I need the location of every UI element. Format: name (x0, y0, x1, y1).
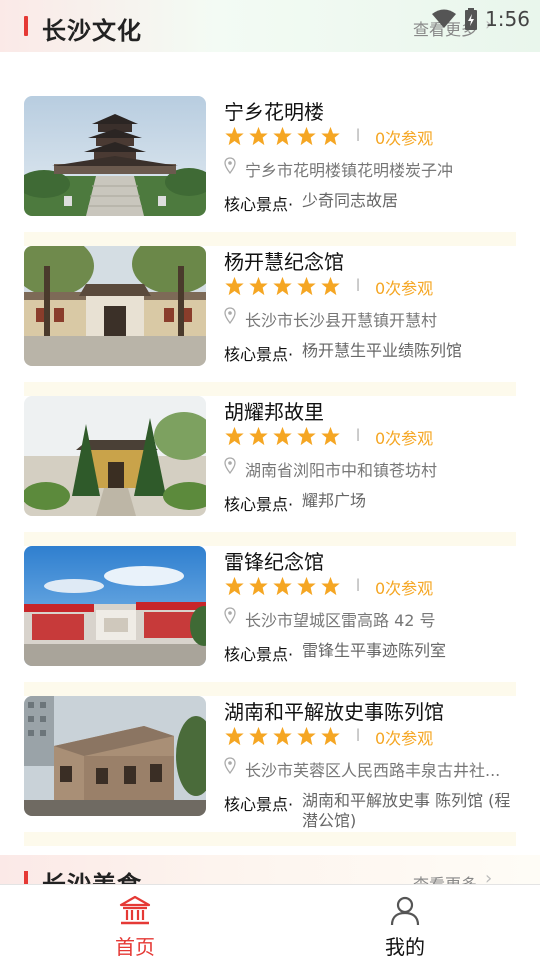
nav-home-label: 首页 (115, 935, 155, 959)
card-underlay (24, 232, 516, 246)
section-accent-bar (24, 16, 28, 36)
visit-count: 0次参观 (375, 129, 434, 148)
location-pin-icon (224, 307, 236, 324)
attraction-photo (24, 396, 206, 516)
attraction-address: 湖南省浏阳市中和镇苍坊村 (245, 461, 438, 480)
attraction-address: 长沙市望城区雷高路 42 号 (245, 611, 436, 630)
star-icon (273, 126, 292, 146)
location-pin-icon (224, 457, 236, 474)
star-icon (273, 426, 292, 446)
attraction-photo (24, 546, 206, 666)
star-icon (273, 726, 292, 746)
attraction-address: 宁乡市花明楼镇花明楼炭子冲 (245, 161, 454, 180)
nav-profile-label: 我的 (385, 935, 425, 959)
star-icon (321, 126, 340, 146)
core-spot-label: 核心景点· (224, 345, 294, 364)
star-icon (225, 126, 244, 146)
card-underlay (24, 682, 516, 696)
core-spot-value: 耀邦广场 (302, 491, 367, 510)
divider: | (356, 127, 361, 141)
visit-count: 0次参观 (375, 579, 434, 598)
core-spot-value: 杨开慧生平业绩陈列馆 (302, 341, 463, 360)
divider: | (356, 277, 361, 291)
visit-count: 0次参观 (375, 279, 434, 298)
card-underlay (24, 532, 516, 546)
rating-stars (224, 576, 341, 596)
core-spot-value: 湖南和平解放史事 陈列馆 (程潜公馆) (302, 791, 511, 830)
attraction-photo (24, 246, 206, 366)
status-time: 1:56 (485, 7, 530, 31)
star-icon (297, 126, 316, 146)
star-icon (273, 576, 292, 596)
bottom-nav: 首页 我的 (0, 884, 540, 961)
attraction-card[interactable]: 雷锋纪念馆 | 0次参观 长沙市望城区雷高路 42 号 核心景点· 雷锋生平事迹… (24, 546, 516, 696)
attraction-title: 杨开慧纪念馆 (224, 250, 344, 274)
attraction-title: 雷锋纪念馆 (224, 550, 324, 574)
section-title: 长沙美食 (42, 871, 142, 885)
status-bar: 1:56 (431, 6, 530, 32)
core-spot-label: 核心景点· (224, 645, 294, 664)
attraction-card[interactable]: 宁乡花明楼 | 0次参观 宁乡市花明楼镇花明楼炭子冲 核心景点· 少奇同志故居 (24, 96, 516, 246)
battery-icon (465, 8, 478, 30)
rating-stars (224, 126, 341, 146)
star-icon (297, 276, 316, 296)
core-spot-label: 核心景点· (224, 495, 294, 514)
star-icon (273, 276, 292, 296)
star-icon (249, 576, 268, 596)
core-spot-value: 少奇同志故居 (302, 191, 399, 210)
star-icon (225, 576, 244, 596)
chevron-right-icon[interactable]: › (485, 868, 492, 885)
star-icon (225, 726, 244, 746)
rating-stars (224, 276, 341, 296)
star-icon (297, 426, 316, 446)
wifi-icon (432, 9, 457, 28)
attraction-title: 胡耀邦故里 (224, 400, 324, 424)
star-icon (249, 726, 268, 746)
star-icon (321, 576, 340, 596)
attraction-address: 长沙市芙蓉区人民西路丰泉古井社... (245, 761, 501, 780)
person-icon (390, 896, 420, 926)
core-spot-label: 核心景点· (224, 795, 294, 814)
museum-icon (119, 895, 151, 925)
section-title: 长沙文化 (42, 17, 142, 45)
card-underlay (24, 832, 516, 846)
core-spot-label: 核心景点· (224, 195, 294, 214)
divider: | (356, 727, 361, 741)
attraction-card[interactable]: 杨开慧纪念馆 | 0次参观 长沙市长沙县开慧镇开慧村 核心景点· 杨开慧生平业绩… (24, 246, 516, 396)
star-icon (249, 426, 268, 446)
attraction-card[interactable]: 胡耀邦故里 | 0次参观 湖南省浏阳市中和镇苍坊村 核心景点· 耀邦广场 (24, 396, 516, 546)
rating-stars (224, 426, 341, 446)
view-more-link[interactable]: 查看更多 (413, 871, 477, 885)
attraction-photo (24, 96, 206, 216)
star-icon (321, 726, 340, 746)
core-spot-value: 雷锋生平事迹陈列室 (302, 641, 447, 660)
location-pin-icon (224, 757, 236, 774)
attraction-title: 湖南和平解放史事陈列馆 (224, 700, 444, 724)
location-pin-icon (224, 607, 236, 624)
section-header-food: 长沙美食 查看更多 › (0, 855, 540, 885)
attraction-card[interactable]: 湖南和平解放史事陈列馆 | 0次参观 长沙市芙蓉区人民西路丰泉古井社... 核心… (24, 696, 516, 846)
divider: | (356, 577, 361, 591)
star-icon (249, 126, 268, 146)
star-icon (297, 726, 316, 746)
star-icon (225, 426, 244, 446)
attraction-title: 宁乡花明楼 (224, 100, 324, 124)
star-icon (321, 276, 340, 296)
attraction-address: 长沙市长沙县开慧镇开慧村 (245, 311, 438, 330)
visit-count: 0次参观 (375, 429, 434, 448)
visit-count: 0次参观 (375, 729, 434, 748)
nav-home-tab[interactable]: 首页 (0, 885, 270, 961)
divider: | (356, 427, 361, 441)
location-pin-icon (224, 157, 236, 174)
nav-profile-tab[interactable]: 我的 (270, 885, 540, 961)
star-icon (321, 426, 340, 446)
star-icon (225, 276, 244, 296)
rating-stars (224, 726, 341, 746)
star-icon (297, 576, 316, 596)
star-icon (249, 276, 268, 296)
card-underlay (24, 382, 516, 396)
section-accent-bar (24, 871, 28, 885)
attraction-photo (24, 696, 206, 816)
